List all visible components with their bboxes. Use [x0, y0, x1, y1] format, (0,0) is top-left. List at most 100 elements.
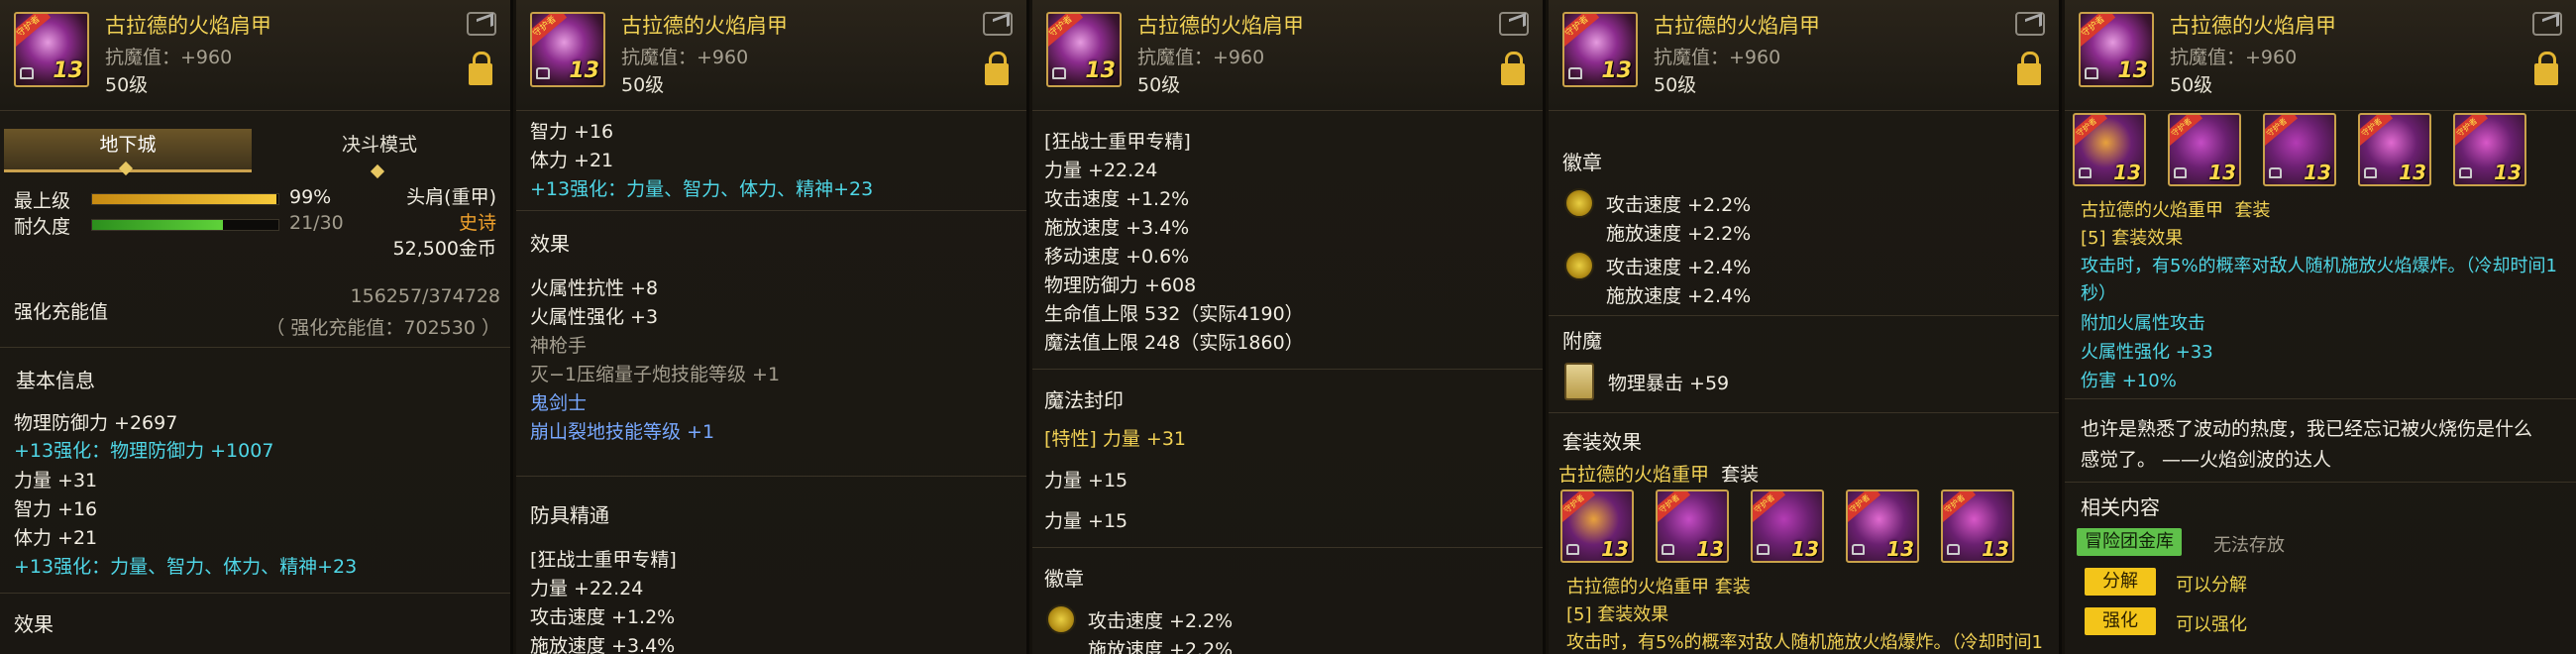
lock-small-icon	[1568, 67, 1582, 79]
guardian-badge: 守护者	[1048, 14, 1084, 48]
guardian-badge: 守护者	[1564, 14, 1600, 48]
guardian-badge: 守护者	[1562, 491, 1596, 523]
item-name: 古拉德的火焰肩甲	[105, 14, 271, 38]
item-name: 古拉德的火焰肩甲	[621, 14, 788, 38]
enhance-level: 13	[1791, 537, 1819, 561]
set-piece-icon[interactable]: 守护者 13	[2358, 113, 2431, 186]
lock-icon[interactable]	[2017, 52, 2041, 85]
mastery-line: 物理防御力 +608	[1044, 274, 1197, 296]
set-name: 古拉德的火焰重甲 套装	[2081, 196, 2270, 222]
item-resist: 抗魔值：+960	[1137, 47, 1265, 68]
divider	[0, 593, 510, 594]
tooltip-panel-4: 守护者 13 古拉德的火焰肩甲 抗魔值：+960 50级 徽章 攻击速度 +2.2…	[1549, 0, 2062, 654]
item-level: 50级	[1654, 74, 1697, 96]
class-name: 神枪手	[530, 335, 588, 357]
emblem-line: 施放速度 +2.2%	[1606, 223, 1752, 245]
share-icon[interactable]	[1499, 12, 1529, 36]
lock-small-icon	[1566, 544, 1579, 555]
enhance-level: 13	[1982, 537, 2009, 561]
lock-small-icon	[20, 67, 34, 79]
divider	[0, 347, 510, 348]
adventure-vault-button[interactable]: 冒险团金库	[2077, 528, 2182, 556]
lock-icon[interactable]	[469, 52, 492, 85]
guardian-badge: 守护者	[2265, 115, 2299, 147]
share-icon[interactable]	[2015, 12, 2045, 36]
set-piece-icon[interactable]: 守护者 13	[2168, 113, 2241, 186]
enchant-card-icon	[1564, 363, 1594, 400]
related-header: 相关内容	[2081, 495, 2160, 519]
max-level-label: 最上级	[14, 190, 71, 212]
set-desc: 秒）	[2081, 283, 2116, 304]
disassemble-button[interactable]: 分解	[2085, 568, 2156, 596]
set-desc: 攻击时，有5%的概率对敌人随机施放火焰爆炸。（冷却时间1	[2081, 256, 2558, 276]
stat-line: 力量 +31	[14, 470, 98, 491]
enhance-level: 13	[1696, 537, 1724, 561]
item-header: 守护者 13 古拉德的火焰肩甲 抗魔值：+960 50级	[0, 0, 510, 111]
enhance-level: 13	[2208, 161, 2236, 184]
lock-small-icon	[1852, 544, 1865, 555]
item-resist: 抗魔值：+960	[1654, 47, 1781, 68]
set-piece-icon[interactable]: 守护者 13	[2073, 113, 2146, 186]
tooltip-panel-5: 守护者 13 古拉德的火焰肩甲 抗魔值：+960 50级 守护者 13 守护者 13 …	[2065, 0, 2576, 654]
emblem-header: 徽章	[1044, 567, 1084, 591]
tab-dungeon-label: 地下城	[99, 134, 157, 156]
class-name: 鬼剑士	[530, 392, 588, 414]
lock-icon[interactable]	[1501, 52, 1525, 85]
set-piece-icon[interactable]: 守护者 13	[1941, 490, 2014, 563]
durability-bar	[91, 219, 279, 231]
lock-small-icon	[536, 67, 550, 79]
set-piece-icon[interactable]: 守护者 13	[1846, 490, 1919, 563]
mastery-line: 施放速度 +3.4%	[530, 635, 676, 654]
set-piece-icon[interactable]: 守护者 13	[2263, 113, 2336, 186]
mode-tabs: 地下城 决斗模式	[4, 129, 507, 179]
emblem-line: 攻击速度 +2.2%	[1088, 610, 1234, 632]
share-icon[interactable]	[467, 12, 496, 36]
set-piece-icon[interactable]: 守护者 13	[2453, 113, 2526, 186]
item-level: 50级	[621, 74, 665, 96]
tab-pvp[interactable]: 决斗模式	[256, 129, 503, 179]
set-piece-icon[interactable]: 守护者 13	[1751, 490, 1824, 563]
stat-line: 体力 +21	[14, 527, 98, 549]
divider	[1032, 547, 1543, 548]
lock-small-icon	[1662, 544, 1674, 555]
share-icon[interactable]	[2532, 12, 2562, 36]
stat-line: 智力 +16	[14, 498, 98, 520]
set-piece-icon[interactable]: 守护者 13	[1560, 490, 1634, 563]
guardian-badge: 守护者	[1848, 491, 1881, 523]
set-piece-icon[interactable]: 守护者 13	[1656, 490, 1729, 563]
enhance-button[interactable]: 强化	[2085, 607, 2156, 635]
item-header: 守护者 13 古拉德的火焰肩甲 抗魔值：+960 50级	[1549, 0, 2059, 111]
item-icon: 守护者 13	[14, 12, 89, 87]
enhance-level: 13	[1601, 537, 1629, 561]
lock-icon[interactable]	[2534, 52, 2558, 85]
guardian-badge: 守护者	[2455, 115, 2489, 147]
guardian-badge: 守护者	[532, 14, 568, 48]
divider	[1032, 369, 1543, 370]
enhance-level: 13	[2399, 161, 2426, 184]
guardian-badge: 守护者	[1658, 491, 1691, 523]
set-extra: 火属性强化 +33	[2081, 342, 2213, 363]
guardian-badge: 守护者	[16, 14, 52, 48]
guardian-badge: 守护者	[2170, 115, 2203, 147]
tab-marker-icon	[118, 161, 134, 176]
mastery-line: 移动速度 +0.6%	[1044, 246, 1190, 268]
lock-icon[interactable]	[985, 52, 1009, 85]
emblem-line: 施放速度 +2.2%	[1088, 639, 1234, 654]
stat-line: 智力 +16	[530, 121, 614, 143]
item-resist: 抗魔值：+960	[621, 47, 749, 68]
lock-small-icon	[2174, 167, 2187, 178]
mastery-line: 攻击速度 +1.2%	[530, 606, 676, 628]
item-level: 50级	[105, 74, 149, 96]
tab-dungeon[interactable]: 地下城	[4, 129, 252, 176]
enchant-line: 物理暴击 +59	[1608, 373, 1730, 394]
set-desc: 攻击时，有5%的概率对敌人随机施放火焰爆炸。（冷却时间1	[1566, 632, 2044, 653]
lock-small-icon	[2459, 167, 2472, 178]
tab-pvp-label: 决斗模式	[341, 134, 417, 156]
item-header: 守护者 13 古拉德的火焰肩甲 抗魔值：+960 50级	[516, 0, 1026, 111]
rarity: 史诗	[458, 212, 496, 234]
vault-status: 无法存放	[2213, 535, 2285, 556]
enhance-level: 13	[2113, 161, 2141, 184]
share-icon[interactable]	[983, 12, 1013, 36]
effect-line: 火属性抗性 +8	[530, 277, 659, 299]
enhance-level: 13	[569, 58, 599, 83]
